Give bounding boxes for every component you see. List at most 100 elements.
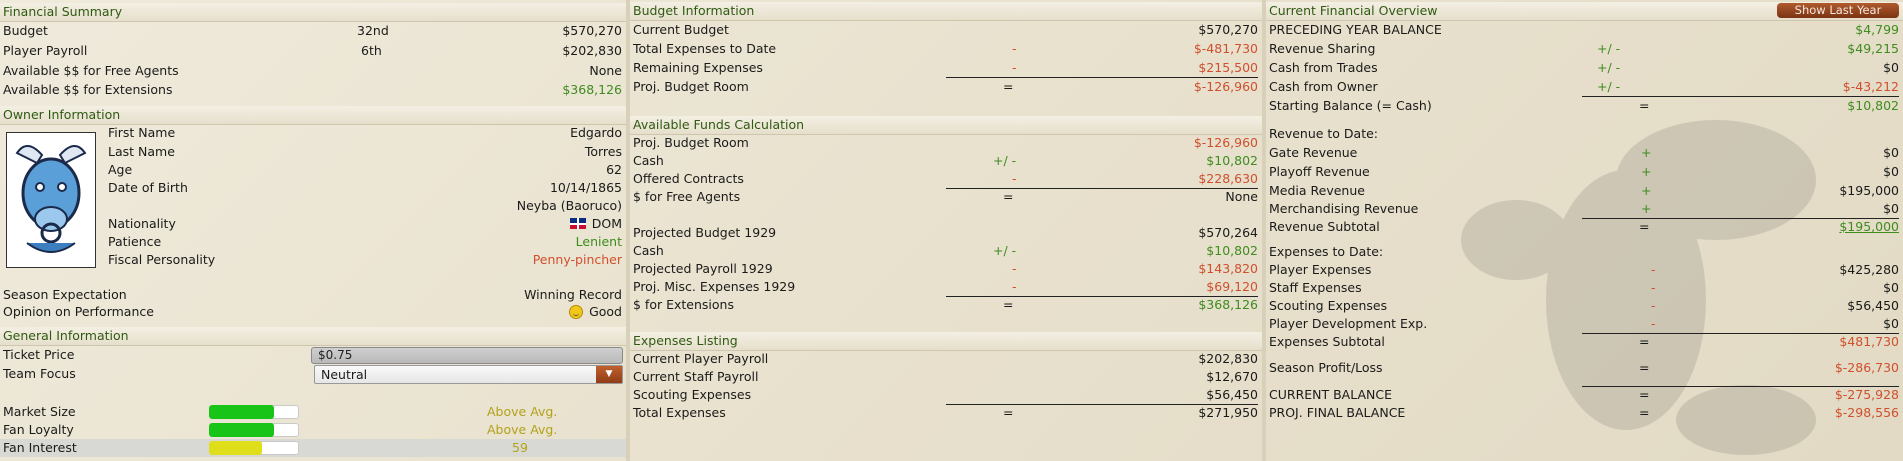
- owner-row-age: Age 62: [108, 161, 622, 179]
- owner-value: Neyba (Baoruco): [516, 198, 622, 213]
- owner-row-last-name: Last Name Torres: [108, 143, 622, 161]
- owner-row-first-name: First Name Edgardo: [108, 124, 622, 142]
- funds-op: +/ -: [993, 153, 1017, 168]
- season-expectation-value: Winning Record: [524, 287, 622, 302]
- owner-value: 10/14/1865: [549, 180, 622, 195]
- team-focus-dropdown[interactable]: Neutral ▼: [314, 365, 623, 384]
- fan-interest-fill: [209, 441, 263, 455]
- fan-interest-row[interactable]: Fan Interest 59: [0, 439, 626, 457]
- overview-row: Playoff Revenue + $0: [1269, 163, 1899, 181]
- overview-op: -: [1651, 298, 1656, 313]
- market-size-value: Above Avg.: [487, 404, 558, 419]
- owner-label: Patience: [108, 234, 162, 249]
- funds-sum-line: [946, 170, 1258, 189]
- owner-label: Fiscal Personality: [108, 252, 216, 267]
- expense-op: =: [1003, 405, 1014, 420]
- overview-label: Revenue Subtotal: [1269, 219, 1380, 234]
- owner-value: Torres: [584, 144, 622, 159]
- opinion-label: Opinion on Performance: [3, 304, 154, 319]
- funds-value: $10,802: [1206, 153, 1258, 168]
- owner-label: Last Name: [108, 144, 175, 159]
- overview-op: +: [1641, 183, 1652, 198]
- funds-label: Cash: [633, 243, 664, 258]
- overview-row: Media Revenue + $195,000: [1269, 182, 1899, 200]
- expense-label: Scouting Expenses: [633, 387, 752, 402]
- middle-panel: Budget Information Current Budget $570,2…: [630, 0, 1262, 461]
- overview-value: $4,799: [1855, 22, 1899, 37]
- funds-value: $143,820: [1198, 261, 1258, 276]
- funds-label: Projected Budget 1929: [633, 225, 777, 240]
- summary-value: $368,126: [562, 82, 622, 97]
- budget-row: Proj. Budget Room = $-126,960: [633, 78, 1258, 96]
- funds-op: =: [1003, 189, 1014, 204]
- funds-row: $ for Free Agents = None: [633, 188, 1258, 206]
- owner-value: DOM: [569, 215, 622, 233]
- budget-label: Remaining Expenses: [633, 60, 763, 75]
- overview-label: Expenses to Date:: [1269, 244, 1384, 259]
- season-expectation-row: Season Expectation Winning Record: [3, 286, 622, 304]
- overview-label: Expenses Subtotal: [1269, 334, 1385, 349]
- budget-value: $570,270: [1198, 22, 1258, 37]
- overview-op: =: [1639, 334, 1650, 349]
- overview-row: Revenue Subtotal = $195,000: [1269, 218, 1899, 236]
- overview-label: Season Profit/Loss: [1269, 360, 1383, 375]
- expense-row: Current Player Payroll $202,830: [633, 350, 1258, 368]
- overview-value: $56,450: [1847, 298, 1899, 313]
- fan-interest-value: 59: [512, 440, 528, 455]
- owner-label: First Name: [108, 125, 176, 140]
- market-size-bar: [209, 405, 299, 419]
- team-focus-value: Neutral: [321, 367, 368, 382]
- summary-row-extensions: Available $$ for Extensions $368,126: [3, 81, 622, 99]
- owner-row-nationality: Nationality DOM: [108, 215, 622, 233]
- funds-op: =: [1003, 297, 1014, 312]
- overview-value: $0: [1883, 145, 1899, 160]
- overview-sum-line: [1582, 200, 1899, 219]
- overview-label: Cash from Trades: [1269, 60, 1378, 75]
- funds-row: Projected Budget 1929 $570,264: [633, 224, 1258, 242]
- overview-value: $49,215: [1847, 41, 1899, 56]
- funds-row: Cash +/ - $10,802: [633, 152, 1258, 170]
- owner-value: Penny-pincher: [532, 252, 622, 267]
- overview-label: Media Revenue: [1269, 183, 1365, 198]
- overview-row: Revenue Sharing +/ - $49,215: [1269, 40, 1899, 58]
- funds-label: Offered Contracts: [633, 171, 744, 186]
- expense-label: Current Player Payroll: [633, 351, 769, 366]
- funds-label: Cash: [633, 153, 664, 168]
- budget-label: Proj. Budget Room: [633, 79, 749, 94]
- fan-loyalty-label: Fan Loyalty: [3, 422, 74, 437]
- general-info-header: General Information: [0, 327, 626, 346]
- funds-op: -: [1012, 261, 1017, 276]
- show-last-year-button[interactable]: Show Last Year: [1777, 3, 1899, 18]
- overview-op: +/ -: [1597, 41, 1621, 56]
- overview-value: $0: [1883, 164, 1899, 179]
- overview-row: Expenses Subtotal = $481,730: [1269, 333, 1899, 351]
- fan-loyalty-fill: [209, 423, 274, 437]
- expenses-listing-header: Expenses Listing: [630, 332, 1262, 351]
- ticket-price-field[interactable]: $0.75: [311, 347, 623, 364]
- budget-value: $-481,730: [1193, 41, 1258, 56]
- overview-value: $-275,928: [1834, 387, 1899, 402]
- overview-value: $10,802: [1847, 98, 1899, 113]
- summary-label: Available $$ for Free Agents: [3, 63, 179, 78]
- overview-row: Expenses to Date:: [1269, 243, 1899, 261]
- overview-label: PRECEDING YEAR BALANCE: [1269, 22, 1442, 37]
- funds-label: Proj. Misc. Expenses 1929: [633, 279, 796, 294]
- overview-value: $195,000: [1839, 183, 1899, 198]
- chevron-down-icon[interactable]: ▼: [596, 366, 622, 383]
- season-expectation-label: Season Expectation: [3, 287, 127, 302]
- summary-value: $570,270: [562, 23, 622, 38]
- budget-label: Current Budget: [633, 22, 729, 37]
- fan-interest-label: Fan Interest: [3, 440, 77, 455]
- overview-op: +: [1641, 164, 1652, 179]
- market-size-label: Market Size: [3, 404, 76, 419]
- overview-row: CURRENT BALANCE = $-275,928: [1269, 386, 1899, 404]
- funds-value: $570,264: [1198, 225, 1258, 240]
- overview-op: =: [1639, 387, 1650, 402]
- funds-row: $ for Extensions = $368,126: [633, 296, 1258, 314]
- owner-value: 62: [606, 162, 622, 177]
- opinion-row: Opinion on Performance Good: [3, 303, 622, 321]
- funds-value: $368,126: [1198, 297, 1258, 312]
- summary-label: Budget: [3, 23, 48, 38]
- owner-label: Nationality: [108, 216, 176, 231]
- overview-label: Revenue to Date:: [1269, 126, 1379, 141]
